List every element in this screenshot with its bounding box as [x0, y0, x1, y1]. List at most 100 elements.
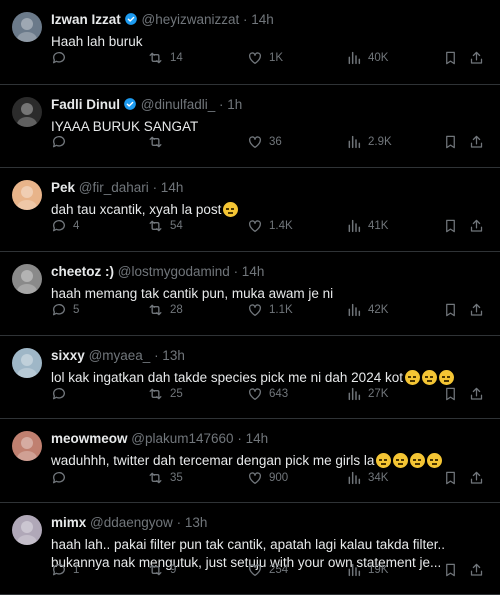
retweet-button[interactable]: 14 — [147, 49, 183, 67]
views-button[interactable]: 40K — [346, 49, 388, 67]
like-button[interactable]: 254 — [247, 561, 288, 579]
share-button[interactable] — [469, 217, 490, 235]
avatar[interactable] — [12, 264, 42, 294]
share-button[interactable] — [469, 133, 490, 151]
avatar[interactable] — [12, 180, 42, 210]
reply-button[interactable]: 1 — [51, 561, 79, 579]
tweet[interactable]: meowmeow @plakum147660 · 14h waduhhh, twi… — [0, 419, 500, 503]
avatar[interactable] — [12, 431, 42, 461]
retweet-icon — [147, 50, 170, 66]
bookmark-button[interactable] — [443, 217, 464, 235]
avatar[interactable] — [12, 348, 42, 378]
username[interactable]: @plakum147660 — [131, 431, 233, 446]
tweet[interactable]: sixxy @myaea_ · 13h lol kak ingatkan dah … — [0, 336, 500, 419]
share-icon — [469, 134, 490, 150]
views-button[interactable]: 19K — [346, 561, 388, 579]
display-name[interactable]: meowmeow — [51, 431, 128, 446]
avatar[interactable] — [12, 97, 42, 127]
retweet-count: 35 — [170, 472, 183, 484]
reply-icon — [51, 302, 73, 318]
views-button[interactable]: 2.9K — [346, 133, 392, 151]
reply-button[interactable] — [51, 385, 73, 403]
username[interactable]: @lostmygodamind — [118, 264, 230, 279]
avatar[interactable] — [12, 12, 42, 42]
like-button[interactable]: 643 — [247, 385, 288, 403]
views-button[interactable]: 34K — [346, 469, 388, 487]
reply-icon — [51, 470, 73, 486]
views-count: 34K — [368, 472, 389, 484]
avatar[interactable] — [12, 515, 42, 545]
bookmark-button[interactable] — [443, 469, 464, 487]
display-name[interactable]: Izwan Izzat — [51, 12, 121, 27]
retweet-button[interactable]: 35 — [147, 469, 183, 487]
timestamp[interactable]: · 13h — [177, 515, 208, 530]
like-button[interactable]: 900 — [247, 469, 288, 487]
reply-icon — [51, 386, 73, 402]
bookmark-button[interactable] — [443, 133, 464, 151]
username[interactable]: @dinulfadli_ — [141, 97, 216, 112]
bookmark-button[interactable] — [443, 561, 464, 579]
display-name[interactable]: cheetoz :) — [51, 264, 114, 279]
timestamp[interactable]: · 14h — [234, 264, 265, 279]
views-button[interactable]: 41K — [346, 217, 388, 235]
timestamp[interactable]: · 1h — [219, 97, 242, 112]
bookmark-button[interactable] — [443, 301, 464, 319]
like-button[interactable]: 1.4K — [247, 217, 293, 235]
tweet-text-line: waduhhh, twitter dah tercemar dengan pic… — [51, 453, 375, 468]
views-button[interactable]: 27K — [346, 385, 388, 403]
bookmark-button[interactable] — [443, 385, 464, 403]
share-button[interactable] — [469, 301, 490, 319]
reply-count: 5 — [73, 304, 80, 316]
tweet-header: meowmeow @plakum147660 · 14h — [51, 431, 490, 447]
display-name[interactable]: sixxy — [51, 348, 85, 363]
like-count: 1.4K — [269, 220, 293, 232]
emoji-icon — [404, 370, 420, 385]
username[interactable]: @myaea_ — [89, 348, 151, 363]
like-button[interactable]: 36 — [247, 133, 282, 151]
reply-button[interactable]: 5 — [51, 301, 79, 319]
tweet[interactable]: Izwan Izzat @heyizwanizzat · 14h Haah lah… — [0, 0, 500, 85]
retweet-button[interactable]: 54 — [147, 217, 183, 235]
reply-button[interactable] — [51, 469, 73, 487]
share-button[interactable] — [469, 561, 490, 579]
username[interactable]: @ddaengyow — [90, 515, 173, 530]
action-bar: 14 1K 40K — [51, 49, 488, 67]
share-button[interactable] — [469, 49, 490, 67]
share-icon — [469, 302, 490, 318]
reply-button[interactable]: 4 — [51, 217, 79, 235]
tweet[interactable]: Pek @fir_dahari · 14h dah tau xcantik, xy… — [0, 168, 500, 252]
like-button[interactable]: 1.1K — [247, 301, 293, 319]
display-name[interactable]: Fadli Dinul — [51, 97, 120, 112]
username[interactable]: @fir_dahari — [79, 180, 149, 195]
display-name[interactable]: Pek — [51, 180, 75, 195]
timestamp[interactable]: · 14h — [237, 431, 268, 446]
tweet[interactable]: cheetoz :) @lostmygodamind · 14h haah mem… — [0, 252, 500, 336]
retweet-button[interactable]: 9 — [147, 561, 176, 579]
emoji-icon — [223, 202, 239, 217]
emoji-icon — [410, 453, 426, 468]
reply-button[interactable] — [51, 133, 73, 151]
share-icon — [469, 386, 490, 402]
bar-chart-icon — [346, 50, 368, 66]
username[interactable]: @heyizwanizzat — [142, 12, 240, 27]
emoji-icon — [438, 370, 454, 385]
tweet[interactable]: mimx @ddaengyow · 13h haah lah.. pakai fi… — [0, 503, 500, 595]
tweet-text: waduhhh, twitter dah tercemar dengan pic… — [51, 452, 480, 470]
retweet-button[interactable]: 28 — [147, 301, 183, 319]
share-button[interactable] — [469, 469, 490, 487]
timestamp[interactable]: · 13h — [154, 348, 185, 363]
tweet[interactable]: Fadli Dinul @dinulfadli_ · 1h IYAAA BURUK… — [0, 85, 500, 168]
action-bar: 36 2.9K — [51, 133, 488, 151]
retweet-button[interactable]: 25 — [147, 385, 183, 403]
bookmark-button[interactable] — [443, 49, 464, 67]
views-count: 2.9K — [368, 136, 392, 148]
timestamp[interactable]: · 14h — [153, 180, 184, 195]
share-button[interactable] — [469, 385, 490, 403]
display-name[interactable]: mimx — [51, 515, 86, 530]
timestamp[interactable]: · 14h — [243, 12, 274, 27]
reply-icon — [51, 562, 73, 578]
reply-button[interactable] — [51, 49, 73, 67]
like-button[interactable]: 1K — [247, 49, 283, 67]
retweet-button[interactable] — [147, 133, 170, 151]
views-button[interactable]: 42K — [346, 301, 388, 319]
